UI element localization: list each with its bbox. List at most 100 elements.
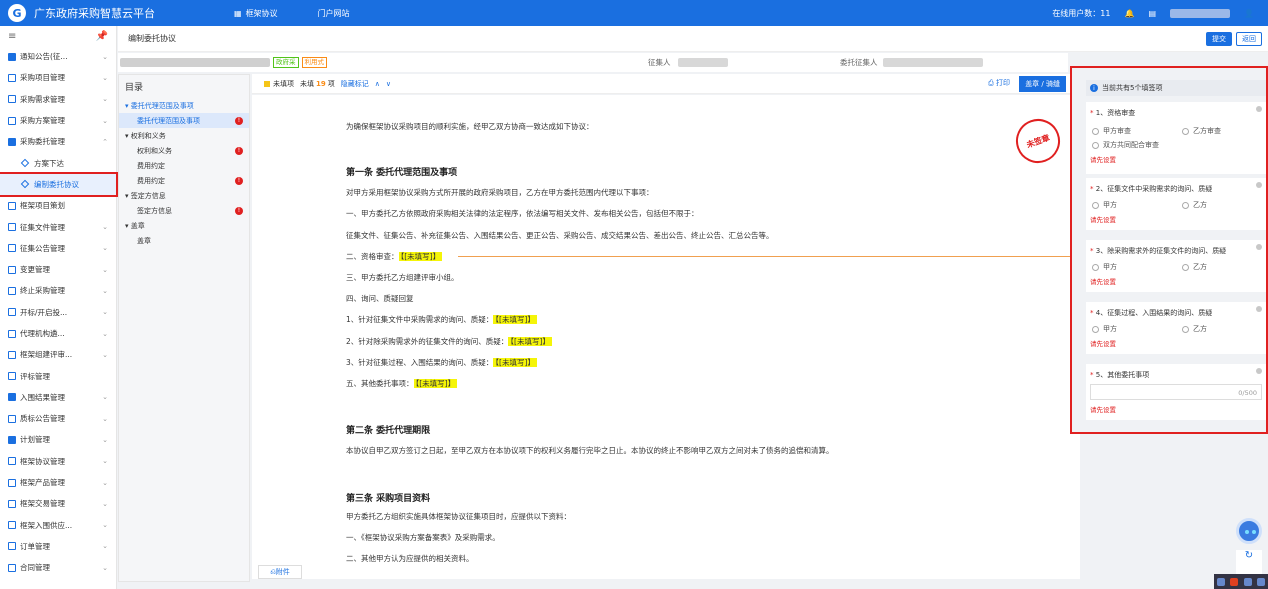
- radio-party-a[interactable]: 甲方: [1092, 262, 1117, 272]
- chevron-down-icon[interactable]: ∨: [386, 80, 391, 88]
- attachment-tab[interactable]: ⎌ 附件: [258, 565, 302, 579]
- sidebar-item[interactable]: 框架入围供应... ⌄: [0, 515, 116, 536]
- status-dot: [1256, 306, 1262, 312]
- sidebar-item[interactable]: 框架交易管理 ⌄: [0, 493, 116, 514]
- toc-section[interactable]: ▾ 委托代理范围及事项: [119, 98, 249, 113]
- chevron-down-icon: ⌄: [102, 414, 108, 423]
- sidebar-item[interactable]: 合同管理 ⌄: [0, 557, 116, 578]
- sidebar-item[interactable]: 采购方案管理 ⌄: [0, 110, 116, 131]
- print-button[interactable]: ⎙ 打印: [988, 78, 1010, 88]
- toc-item-selected[interactable]: 委托代理范围及事项!: [119, 113, 249, 128]
- collector-label: 征集人: [648, 58, 671, 67]
- chevron-down-icon: ⌄: [102, 435, 108, 444]
- unfilled-label: 未填项: [273, 79, 294, 88]
- radio-both[interactable]: 双方共同配合审查: [1092, 140, 1159, 150]
- chevron-down-icon: ⌄: [102, 457, 108, 466]
- refresh-icon[interactable]: ↻: [1236, 550, 1262, 574]
- user-icon[interactable]: 👤: [1244, 9, 1254, 18]
- radio-party-a[interactable]: 甲方: [1092, 324, 1117, 334]
- sidebar-item[interactable]: 入围结果管理 ⌄: [0, 387, 116, 408]
- radio-party-a[interactable]: 甲方: [1092, 200, 1117, 210]
- fill-items-panel: i 当前共有5个填签项 * 1、资格审查 甲方审查 乙方审查 双方共同配合审查 请…: [1070, 66, 1268, 434]
- sidebar-item[interactable]: 采购委托管理 ⌃: [0, 131, 116, 152]
- fill-field-q4[interactable]: 【[未填写]】: [493, 358, 537, 367]
- app-title: 广东政府采购智慧云平台: [34, 7, 155, 20]
- fill-field-q5[interactable]: 【[未填写]】: [413, 379, 458, 388]
- diamond-icon: [20, 180, 30, 189]
- sidebar-item[interactable]: 框架组建评审... ⌄: [0, 344, 116, 365]
- sidebar-item-active[interactable]: 编制委托协议: [0, 171, 118, 198]
- system-tray: [1214, 574, 1268, 589]
- hide-marks-link[interactable]: 隐藏标记: [341, 79, 369, 89]
- toc-section[interactable]: ▾ 权利和义务: [119, 128, 249, 143]
- sidebar-item[interactable]: 通知公告(征... ⌄: [0, 46, 116, 67]
- back-button[interactable]: 返回: [1236, 32, 1262, 46]
- fill-field-q3[interactable]: 【[未填写]】: [508, 337, 552, 346]
- document-icon[interactable]: ▤: [1148, 9, 1156, 18]
- submit-button[interactable]: 提交: [1206, 32, 1232, 46]
- radio-party-a[interactable]: 甲方审查: [1092, 126, 1131, 136]
- stamp-button[interactable]: 盖章 / 骑缝: [1019, 76, 1066, 92]
- alert-badge: !: [235, 116, 243, 125]
- doc-paragraph: 三、甲方委托乙方组建评审小组。: [346, 273, 459, 282]
- sidebar-item[interactable]: 质标公告管理 ⌄: [0, 408, 116, 429]
- radio-party-b[interactable]: 乙方: [1182, 262, 1207, 272]
- document-toolbar: 未填项 未填 19 项 隐藏标记 ∧ ∨ ⎙ 打印 盖章 / 骑缝: [252, 74, 1072, 94]
- radio-party-b[interactable]: 乙方: [1182, 324, 1207, 334]
- sidebar-item[interactable]: 开标/开启投... ⌄: [0, 302, 116, 323]
- toc-item[interactable]: 签定方信息!: [119, 203, 249, 218]
- radio-party-b[interactable]: 乙方: [1182, 200, 1207, 210]
- sidebar-item[interactable]: 订单管理 ⌄: [0, 536, 116, 557]
- unfilled-marker-icon: [264, 80, 270, 87]
- doc-icon: [8, 563, 16, 572]
- chevron-down-icon: ⌄: [102, 308, 108, 317]
- link-line: [458, 256, 1094, 257]
- set-first-warning: 请先设置: [1090, 340, 1116, 348]
- help-icon: [1243, 577, 1252, 586]
- sidebar-item[interactable]: 计划管理 ⌄: [0, 429, 116, 450]
- sidebar-item[interactable]: 框架项目策划: [0, 195, 116, 216]
- collector-name: [678, 58, 728, 67]
- nav-framework-agreement[interactable]: ▦ 框架协议: [234, 8, 278, 19]
- chevron-down-icon: ⌄: [102, 116, 108, 125]
- sidebar-item[interactable]: 框架产品管理 ⌄: [0, 472, 116, 493]
- fill-field-qualification[interactable]: 【[未填写]】: [398, 252, 443, 261]
- doc-icon: [8, 223, 16, 232]
- person-icon: [8, 350, 16, 359]
- sidebar-item[interactable]: 采购项目管理 ⌄: [0, 67, 116, 88]
- radio-party-b[interactable]: 乙方审查: [1182, 126, 1221, 136]
- sidebar-item[interactable]: 方案下达: [0, 152, 116, 173]
- toc-item[interactable]: 费用约定: [119, 158, 249, 173]
- page-title: 编制委托协议: [128, 34, 176, 43]
- chevron-down-icon: ⌄: [102, 223, 108, 232]
- sidebar-item[interactable]: 评标管理: [0, 365, 116, 386]
- doc-paragraph: 一、《框架协议采购方案备案表》及采购需求。: [346, 533, 500, 542]
- agreement-document: 未签章 为确保框架协议采购项目的顺利实施，经甲乙双方协商一致达成如下协议： 第一…: [252, 95, 1080, 579]
- sidebar-item[interactable]: 征集文件管理 ⌄: [0, 216, 116, 237]
- fill-field-q2[interactable]: 【[未填写]】: [493, 315, 537, 324]
- toc-item[interactable]: 费用约定!: [119, 173, 249, 188]
- sidebar-item[interactable]: 框架协议管理 ⌄: [0, 451, 116, 472]
- sidebar-item[interactable]: 终止采购管理 ⌄: [0, 280, 116, 301]
- sidebar-item[interactable]: 征集公告管理 ⌄: [0, 238, 116, 259]
- doc-paragraph: 2、针对除采购需求外的征集文件的询问、质疑： 【[未填写]】: [346, 337, 552, 346]
- sidebar-item[interactable]: 变更管理 ⌄: [0, 259, 116, 280]
- bell-icon[interactable]: 🔔: [1125, 9, 1135, 18]
- toc-item[interactable]: 权利和义务!: [119, 143, 249, 158]
- toc-item[interactable]: 盖章: [119, 233, 249, 248]
- other-items-textarea[interactable]: 0/500: [1090, 384, 1262, 400]
- chevron-up-icon: ⌃: [102, 137, 108, 146]
- sidebar-item[interactable]: 采购需求管理 ⌄: [0, 89, 116, 110]
- toc-section[interactable]: ▾ 盖章: [119, 218, 249, 233]
- toc-section[interactable]: ▾ 签定方信息: [119, 188, 249, 203]
- chevron-up-icon[interactable]: ∧: [375, 80, 380, 88]
- alert-badge: !: [235, 176, 243, 185]
- assistant-robot-icon[interactable]: [1236, 518, 1262, 544]
- nav-portal[interactable]: 门户网站: [318, 8, 350, 19]
- menu-icon[interactable]: ≡: [8, 31, 16, 42]
- doc-paragraph: 二、资格审查： 【[未填写]】: [346, 252, 443, 261]
- pin-icon[interactable]: 📌: [96, 31, 108, 42]
- status-dot: [1256, 182, 1262, 188]
- panel-header: i 当前共有5个填签项: [1086, 80, 1266, 96]
- sidebar-item[interactable]: 代理机构遴... ⌄: [0, 323, 116, 344]
